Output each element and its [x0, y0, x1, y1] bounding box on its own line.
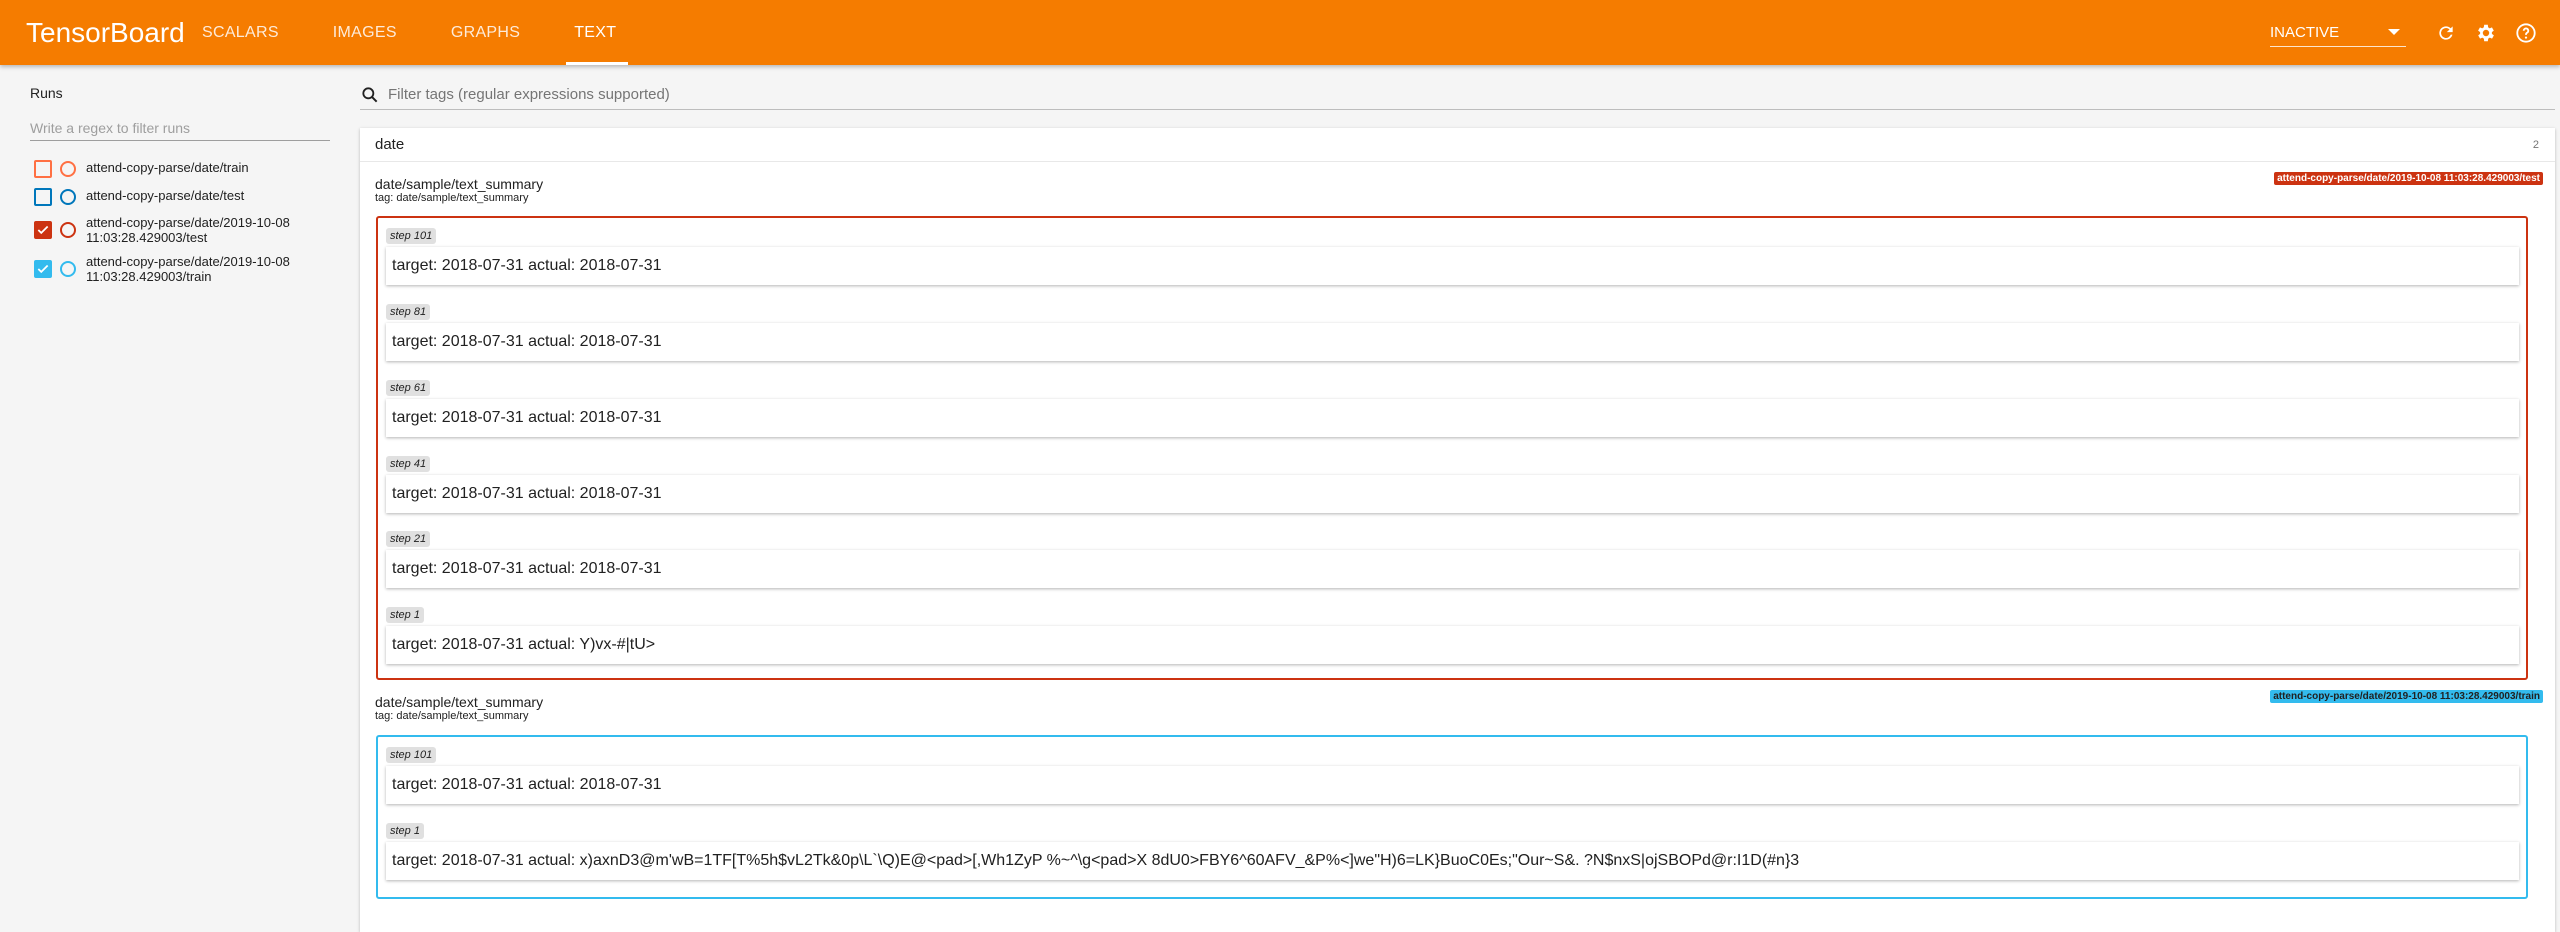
dropdown-caret-icon	[2388, 29, 2400, 35]
step-entry: step 1 target: 2018-07-31 actual: Y)vx-#…	[386, 605, 2519, 664]
summary-header: date/sample/text_summary tag: date/sampl…	[375, 176, 543, 204]
step-chip: step 101	[386, 228, 437, 244]
tag-group-card: date 2 date/sample/text_summary tag: dat…	[360, 128, 2555, 932]
step-text: target: 2018-07-31 actual: 2018-07-31	[386, 399, 2519, 437]
tab-scalars[interactable]: SCALARS	[202, 0, 305, 65]
step-text: target: 2018-07-31 actual: 2018-07-31	[386, 550, 2519, 588]
search-icon	[362, 86, 378, 102]
run-badge: attend-copy-parse/date/2019-10-08 11:03:…	[2274, 172, 2543, 185]
run-label: attend-copy-parse/date/2019-10-08 11:03:…	[86, 254, 290, 284]
step-entry: step 21 target: 2018-07-31 actual: 2018-…	[386, 529, 2519, 588]
dashboard-tabs: SCALARS IMAGES GRAPHS TEXT	[202, 0, 670, 65]
refresh-icon[interactable]	[2426, 13, 2466, 53]
run-filter-input[interactable]: Write a regex to filter runs	[30, 115, 330, 141]
status-select[interactable]: INACTIVE	[2270, 19, 2406, 47]
step-text: target: 2018-07-31 actual: 2018-07-31	[386, 323, 2519, 361]
settings-icon[interactable]	[2466, 13, 2506, 53]
run-checkbox[interactable]	[34, 188, 52, 206]
app-brand: TensorBoard	[26, 16, 185, 48]
run-label: attend-copy-parse/date/train	[86, 160, 249, 175]
run-label: attend-copy-parse/date/2019-10-08 11:03:…	[86, 215, 290, 245]
top-app-bar: TensorBoard SCALARS IMAGES GRAPHS TEXT I…	[0, 0, 2560, 65]
summary-name: date/sample/text_summary	[375, 694, 544, 710]
checkmark-icon	[37, 264, 49, 274]
summary-tag: tag: date/sample/text_summary	[375, 192, 529, 204]
step-chip: step 41	[386, 456, 431, 472]
runs-title: Runs	[30, 85, 63, 101]
summary-tag: tag: date/sample/text_summary	[375, 710, 529, 722]
run-badge: attend-copy-parse/date/2019-10-08 11:03:…	[2270, 690, 2543, 703]
run-item[interactable]: attend-copy-parse/date/train	[34, 160, 249, 178]
tab-images[interactable]: IMAGES	[333, 0, 423, 65]
run-checkbox[interactable]	[34, 221, 52, 239]
step-text: target: 2018-07-31 actual: 2018-07-31	[386, 766, 2519, 804]
checkmark-icon	[37, 225, 49, 235]
run-radio[interactable]	[60, 222, 76, 238]
step-entry: step 101 target: 2018-07-31 actual: 2018…	[386, 745, 2519, 804]
run-checkbox[interactable]	[34, 160, 52, 178]
step-text: target: 2018-07-31 actual: 2018-07-31	[386, 247, 2519, 285]
text-summary-box: step 101 target: 2018-07-31 actual: 2018…	[376, 216, 2528, 680]
tag-filter-input[interactable]: Filter tags (regular expressions support…	[360, 80, 2555, 110]
card-header[interactable]: date 2	[360, 128, 2555, 162]
step-entry: step 101 target: 2018-07-31 actual: 2018…	[386, 226, 2519, 285]
help-icon[interactable]	[2506, 13, 2546, 53]
runs-sidebar: Runs Write a regex to filter runs attend…	[0, 65, 345, 932]
run-checkbox[interactable]	[34, 260, 52, 278]
text-summary-box: step 101 target: 2018-07-31 actual: 2018…	[376, 735, 2528, 899]
step-chip: step 81	[386, 304, 431, 320]
step-entry: step 81 target: 2018-07-31 actual: 2018-…	[386, 302, 2519, 361]
step-chip: step 21	[386, 531, 431, 547]
step-chip: step 1	[386, 823, 424, 839]
step-entry: step 41 target: 2018-07-31 actual: 2018-…	[386, 454, 2519, 513]
run-label: attend-copy-parse/date/test	[86, 188, 245, 203]
step-entry: step 61 target: 2018-07-31 actual: 2018-…	[386, 378, 2519, 437]
step-chip: step 101	[386, 747, 437, 763]
step-chip: step 1	[386, 607, 424, 623]
run-radio[interactable]	[60, 261, 76, 277]
step-text: target: 2018-07-31 actual: Y)vx-#|tU>	[386, 626, 2519, 664]
tab-text[interactable]: TEXT	[566, 0, 642, 65]
tag-filter-placeholder: Filter tags (regular expressions support…	[388, 86, 670, 103]
run-item[interactable]: attend-copy-parse/date/test	[34, 188, 244, 206]
tab-graphs[interactable]: GRAPHS	[451, 0, 546, 65]
summary-header: date/sample/text_summary tag: date/sampl…	[375, 694, 543, 722]
card-count: 2	[2532, 138, 2539, 151]
run-item[interactable]: attend-copy-parse/date/2019-10-08 11:03:…	[34, 215, 316, 245]
step-text: target: 2018-07-31 actual: 2018-07-31	[386, 475, 2519, 513]
card-title: date	[375, 136, 405, 153]
run-radio[interactable]	[60, 189, 76, 205]
step-entry: step 1 target: 2018-07-31 actual: x)axnD…	[386, 821, 2519, 880]
run-radio[interactable]	[60, 161, 76, 177]
run-item[interactable]: attend-copy-parse/date/2019-10-08 11:03:…	[34, 254, 316, 284]
status-select-value: INACTIVE	[2270, 23, 2340, 41]
summary-name: date/sample/text_summary	[375, 176, 544, 192]
step-text: target: 2018-07-31 actual: x)axnD3@m'wB=…	[386, 842, 2519, 880]
step-chip: step 61	[386, 380, 431, 396]
